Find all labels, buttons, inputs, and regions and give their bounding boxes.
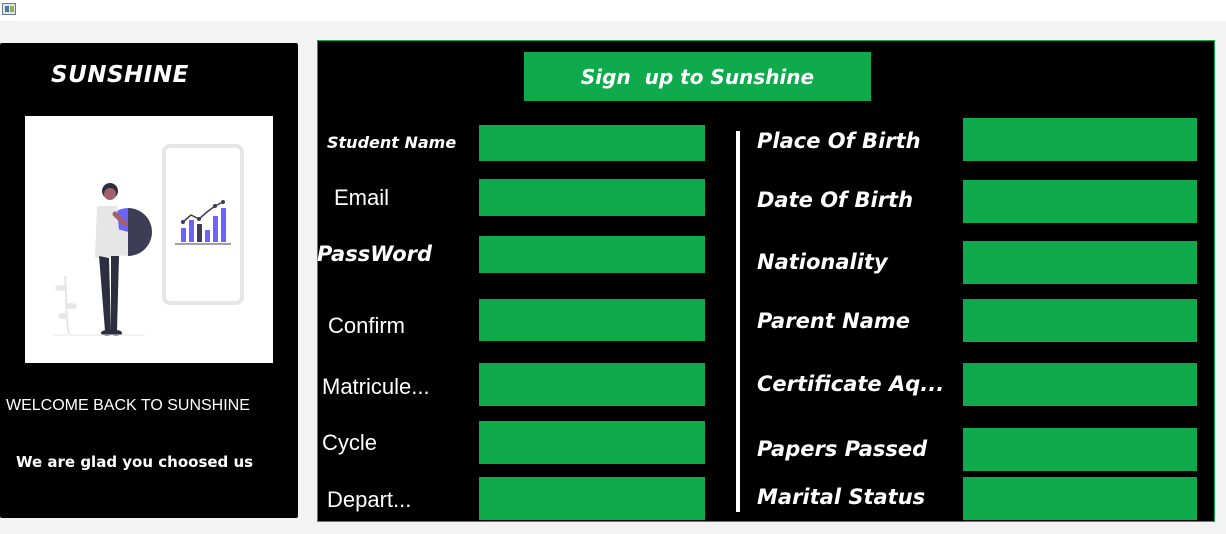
- marital-status-label: Marital Status: [757, 485, 926, 509]
- form-divider: [736, 131, 740, 512]
- password-label: PassWord: [317, 242, 433, 266]
- parent-name-label: Parent Name: [757, 309, 910, 333]
- cycle-label: Cycle: [322, 430, 378, 455]
- confirm-label: Confirm: [328, 313, 406, 338]
- person-chart-illustration: [53, 144, 244, 336]
- welcome-text: WELCOME BACK TO SUNSHINE: [6, 397, 250, 414]
- papers-passed-label: Papers Passed: [757, 437, 928, 461]
- papers-passed-field[interactable]: [963, 428, 1197, 471]
- cycle-field[interactable]: [479, 421, 705, 464]
- email-field[interactable]: [479, 179, 705, 216]
- matricule-field[interactable]: [479, 363, 705, 406]
- place-of-birth-field[interactable]: [963, 118, 1197, 161]
- glad-text: We are glad you choosed us: [16, 453, 254, 471]
- certificate-field[interactable]: [963, 363, 1197, 406]
- brand-title: SUNSHINE: [51, 62, 189, 88]
- nationality-field[interactable]: [963, 241, 1197, 284]
- student-name-label: Student Name: [327, 133, 457, 152]
- signup-title-button[interactable]: Sign up to Sunshine: [524, 52, 871, 101]
- illustration: [25, 116, 273, 363]
- confirm-password-field[interactable]: [479, 299, 705, 341]
- window-titlebar: [0, 0, 1226, 21]
- department-field[interactable]: [479, 477, 705, 520]
- department-label: Depart...: [327, 487, 412, 512]
- date-of-birth-label: Date Of Birth: [757, 188, 914, 212]
- place-of-birth-label: Place Of Birth: [757, 129, 921, 153]
- parent-name-field[interactable]: [963, 299, 1197, 342]
- password-field[interactable]: [479, 236, 705, 273]
- student-name-field[interactable]: [479, 125, 705, 161]
- marital-status-field[interactable]: [963, 477, 1197, 520]
- app-icon[interactable]: [2, 3, 16, 15]
- email-label: Email: [334, 185, 390, 210]
- date-of-birth-field[interactable]: [963, 180, 1197, 223]
- matricule-label: Matricule...: [322, 374, 430, 399]
- nationality-label: Nationality: [757, 250, 888, 274]
- certificate-label: Certificate Aq...: [757, 372, 945, 396]
